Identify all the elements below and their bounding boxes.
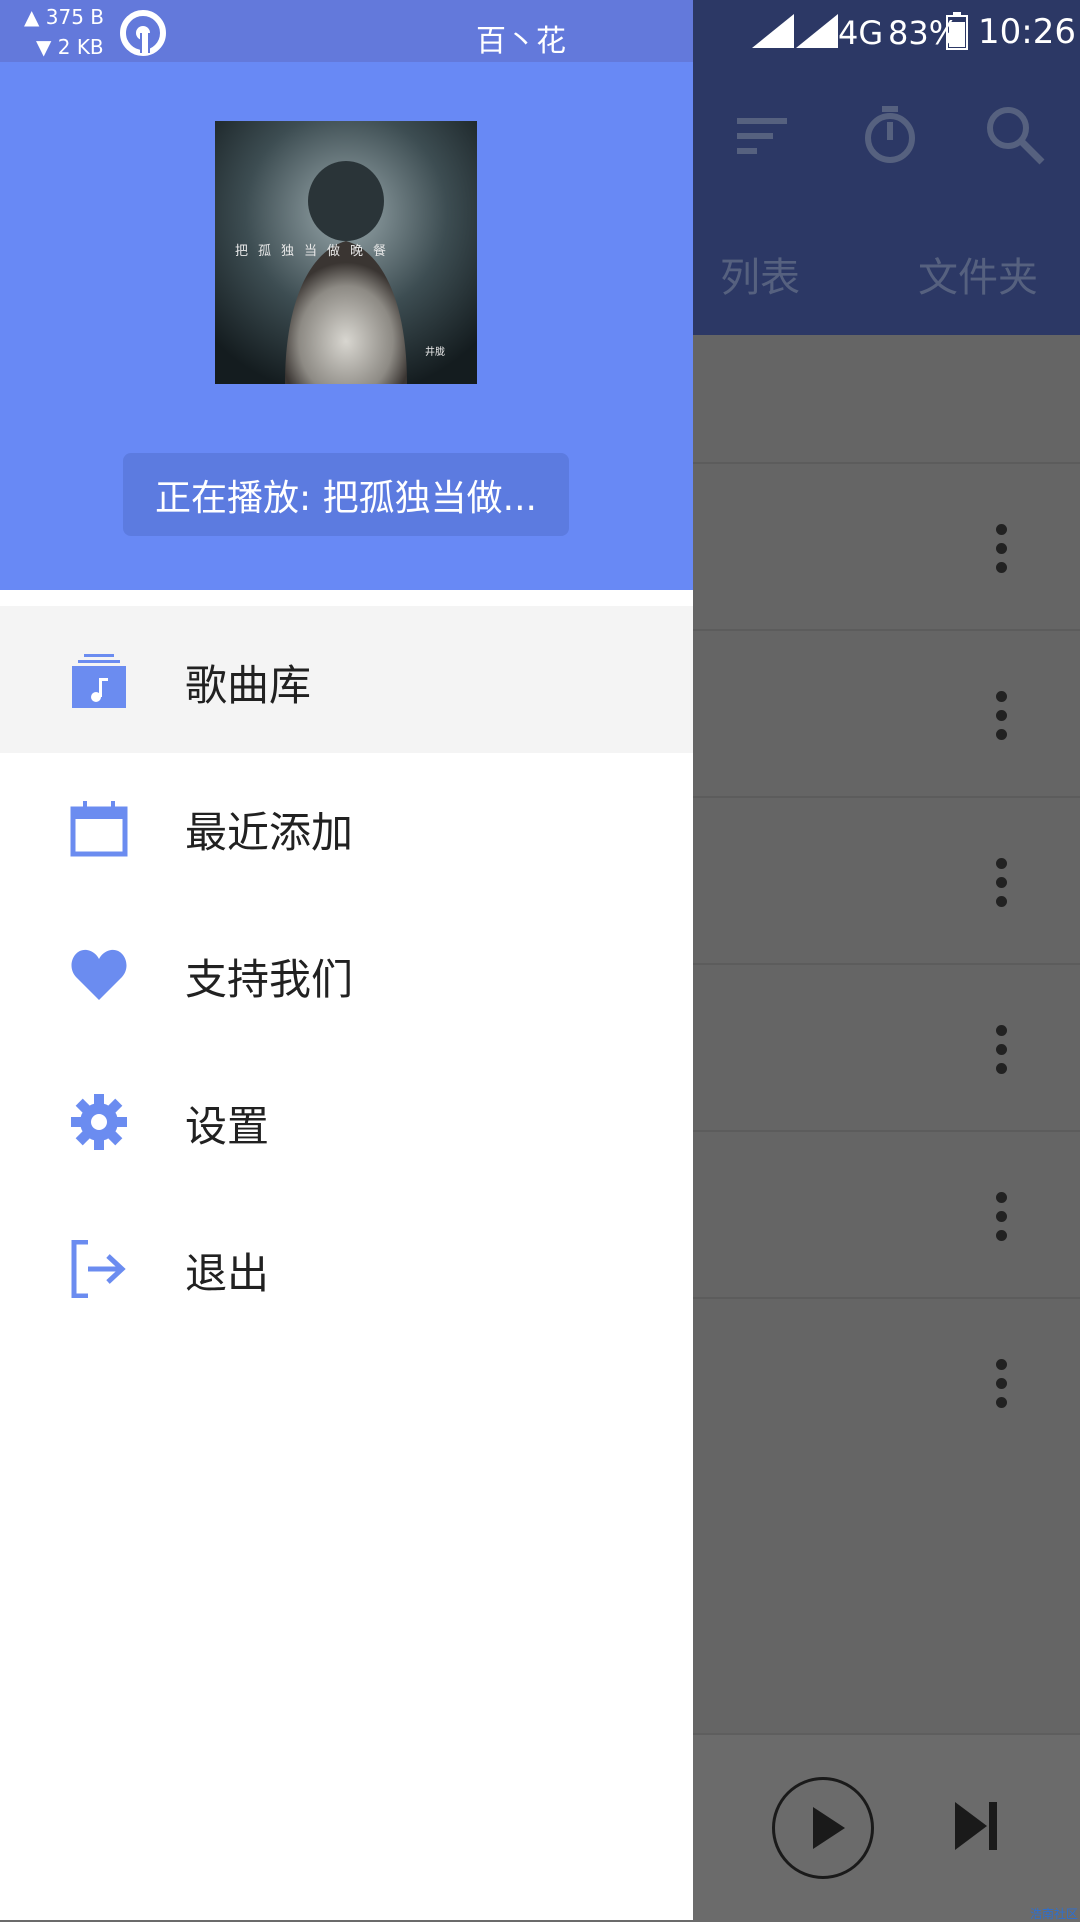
menu-item-label: 设置 <box>185 1102 270 1151</box>
tab-folder[interactable]: 文件夹 <box>918 245 1038 303</box>
album-art[interactable]: 把孤独当做晚餐 井胧 <box>215 121 477 384</box>
menu-item-label: 歌曲库 <box>185 661 312 710</box>
menu-item-exit[interactable]: 退出 <box>0 1194 693 1341</box>
sort-icon[interactable] <box>727 100 797 170</box>
exit-icon <box>71 1240 126 1298</box>
menu-item-label: 退出 <box>185 1249 270 1298</box>
music-library-icon <box>72 654 126 708</box>
now-playing-button[interactable]: 正在播放: 把孤独当做... <box>123 453 569 536</box>
menu-item-label: 支持我们 <box>185 955 354 1004</box>
menu-item-recently-added[interactable]: 最近添加 <box>0 753 693 900</box>
gear-icon <box>71 1094 127 1150</box>
more-vert-icon[interactable] <box>991 1025 1011 1075</box>
menu-item-settings[interactable]: 设置 <box>0 1047 693 1194</box>
search-icon[interactable] <box>980 100 1050 170</box>
more-vert-icon[interactable] <box>991 524 1011 574</box>
heart-icon <box>71 949 127 1000</box>
album-title-art: 把孤独当做晚餐 <box>235 243 396 259</box>
navigation-drawer: 把孤独当做晚餐 井胧 正在播放: 把孤独当做... 歌曲库 最近添加 支持我们 … <box>0 0 693 1920</box>
signal-icon <box>796 14 838 48</box>
calendar-icon <box>70 801 128 857</box>
app-notification-icon <box>120 10 166 56</box>
more-vert-icon[interactable] <box>991 858 1011 908</box>
status-title: 百丶花 <box>476 24 566 59</box>
battery-icon <box>946 12 968 50</box>
timer-icon[interactable] <box>855 100 925 170</box>
more-vert-icon[interactable] <box>991 1359 1011 1409</box>
drawer-header: 把孤独当做晚餐 井胧 正在播放: 把孤独当做... <box>0 62 693 590</box>
more-vert-icon[interactable] <box>991 1192 1011 1242</box>
tab-list[interactable]: 列表 <box>720 245 800 303</box>
net-down-speed: ▼ 2 KB <box>36 35 104 59</box>
watermark: 浩南社区 <box>1030 1907 1079 1921</box>
menu-item-support[interactable]: 支持我们 <box>0 900 693 1047</box>
menu-item-label: 最近添加 <box>185 808 354 857</box>
net-up-speed: ▲ 375 B <box>24 5 104 29</box>
skip-next-icon[interactable] <box>955 1800 999 1852</box>
clock: 10:26 <box>978 12 1076 52</box>
play-button[interactable] <box>772 1777 874 1879</box>
menu-item-library[interactable]: 歌曲库 <box>0 606 693 753</box>
network-type: 4G <box>838 14 884 52</box>
signal-icon <box>752 14 794 48</box>
play-icon <box>813 1807 845 1849</box>
status-bar: ▲ 375 B ▼ 2 KB 百丶花 4G 83% 10:26 <box>0 0 1080 62</box>
more-vert-icon[interactable] <box>991 691 1011 741</box>
album-artist-art: 井胧 <box>425 345 445 358</box>
